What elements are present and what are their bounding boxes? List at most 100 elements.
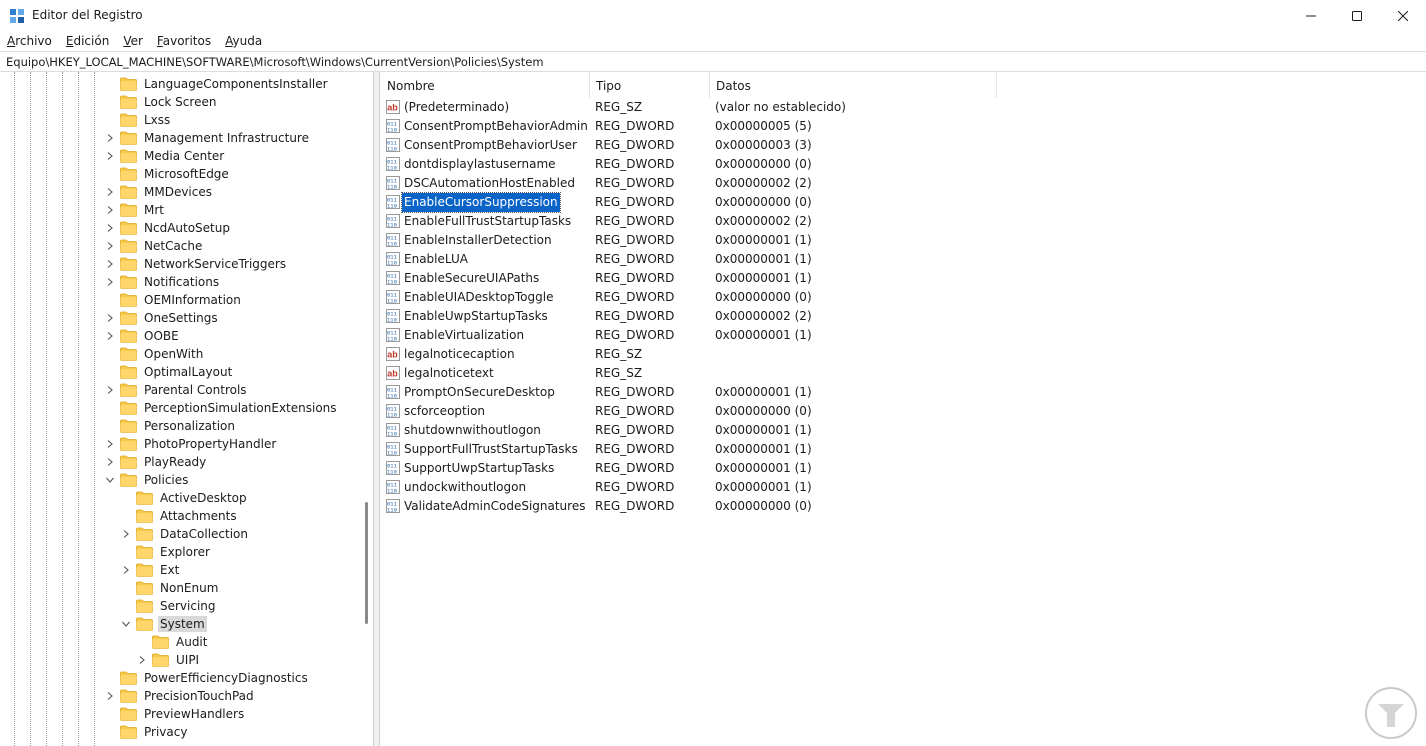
maximize-button[interactable] (1334, 0, 1380, 31)
column-header-name[interactable]: Nombre (381, 72, 590, 98)
folder-icon (136, 545, 153, 559)
tree-item[interactable]: PlayReady (104, 453, 208, 471)
tree-item[interactable]: UIPI (136, 651, 201, 669)
chevron-right-icon[interactable] (104, 240, 116, 252)
chevron-right-icon[interactable] (136, 654, 148, 666)
chevron-right-icon[interactable] (104, 330, 116, 342)
binary-value-icon: 011 110 (386, 290, 400, 305)
menu-ayuda[interactable]: Ayuda (218, 31, 269, 51)
tree-item[interactable]: Audit (136, 633, 209, 651)
value-row[interactable]: 011 110 EnableUwpStartupTasks REG_DWORD 0x00… (381, 307, 1426, 326)
tree-item[interactable]: PerceptionSimulationExtensions (104, 399, 339, 417)
tree-item[interactable]: NonEnum (120, 579, 220, 597)
address-bar[interactable]: Equipo\HKEY_LOCAL_MACHINE\SOFTWARE\Micro… (0, 51, 1426, 72)
tree-item[interactable]: Ext (120, 561, 181, 579)
value-row[interactable]: 011 110 EnableLUA REG_DWORD 0x00000001 (1) (381, 250, 1426, 269)
value-row[interactable]: 011 110 SupportFullTrustStartupTasks REG_DW… (381, 440, 1426, 459)
chevron-down-icon[interactable] (104, 474, 116, 486)
value-row[interactable]: 011 110 ConsentPromptBehaviorUser REG_DWORD… (381, 136, 1426, 155)
tree-item[interactable]: System (120, 615, 207, 633)
chevron-down-icon[interactable] (120, 618, 132, 630)
value-row[interactable]: 011 110 EnableVirtualization REG_DWORD 0x000… (381, 326, 1426, 345)
chevron-right-icon[interactable] (104, 132, 116, 144)
tree-scrollbar-thumb[interactable] (365, 502, 368, 624)
minimize-button[interactable] (1288, 0, 1334, 31)
chevron-right-icon[interactable] (120, 564, 132, 576)
chevron-right-icon[interactable] (104, 186, 116, 198)
tree-item[interactable]: OptimalLayout (104, 363, 234, 381)
tree-item[interactable]: OneSettings (104, 309, 220, 327)
tree-item[interactable]: PowerEfficiencyDiagnostics (104, 669, 310, 687)
tree-item[interactable]: LanguageComponentsInstaller (104, 75, 330, 93)
value-row[interactable]: ab (Predeterminado) REG_SZ (valor no establ… (381, 98, 1426, 117)
tree-item[interactable]: Media Center (104, 147, 226, 165)
column-header-data[interactable]: Datos (710, 72, 997, 98)
tree-item[interactable]: Servicing (120, 597, 218, 615)
value-row[interactable]: 011 110 scforceoption REG_DWORD 0x00000000 (… (381, 402, 1426, 421)
tree-item[interactable]: OpenWith (104, 345, 205, 363)
pane-splitter[interactable] (374, 72, 380, 746)
value-row[interactable]: 011 110 ValidateAdminCodeSignatures REG_DWO… (381, 497, 1426, 516)
tree-item[interactable]: Management Infrastructure (104, 129, 311, 147)
chevron-right-icon[interactable] (104, 312, 116, 324)
chevron-right-icon[interactable] (104, 276, 116, 288)
tree-item[interactable]: PreviewHandlers (104, 705, 246, 723)
tree-item[interactable]: PhotoPropertyHandler (104, 435, 278, 453)
tree-item[interactable]: Lxss (104, 111, 172, 129)
chevron-right-icon[interactable] (104, 150, 116, 162)
tree-item[interactable]: ActiveDesktop (120, 489, 249, 507)
value-row[interactable]: 011 110 EnableUIADesktopToggle REG_DWORD 0x0… (381, 288, 1426, 307)
svg-text:110: 110 (387, 317, 397, 324)
value-row[interactable]: 011 110 SupportUwpStartupTasks REG_DWORD 0x0… (381, 459, 1426, 478)
tree-item[interactable]: Policies (104, 471, 190, 489)
tree-item-label: OneSettings (144, 311, 218, 325)
tree-item[interactable]: Attachments (120, 507, 239, 525)
value-type: REG_DWORD (595, 138, 675, 152)
chevron-right-icon[interactable] (104, 204, 116, 216)
column-header-type[interactable]: Tipo (590, 72, 710, 98)
menu-favoritos[interactable]: Favoritos (150, 31, 218, 51)
tree-item[interactable]: Notifications (104, 273, 221, 291)
chevron-right-icon[interactable] (104, 222, 116, 234)
tree-item[interactable]: OOBE (104, 327, 181, 345)
tree-item[interactable]: MicrosoftEdge (104, 165, 231, 183)
value-row[interactable]: 011 110 DSCAutomationHostEnabled REG_DWORD 0… (381, 174, 1426, 193)
key-tree[interactable]: LanguageComponentsInstaller Lock Screen Lx… (0, 72, 374, 746)
tree-item[interactable]: Personalization (104, 417, 237, 435)
menu-edicion[interactable]: Edición (59, 31, 116, 51)
value-row[interactable]: ab legalnoticecaption REG_SZ (381, 345, 1426, 364)
tree-item[interactable]: OEMInformation (104, 291, 243, 309)
chevron-right-icon[interactable] (120, 528, 132, 540)
tree-item[interactable]: MMDevices (104, 183, 214, 201)
value-row[interactable]: 011 110 shutdownwithoutlogon REG_DWORD 0x000… (381, 421, 1426, 440)
chevron-right-icon[interactable] (104, 456, 116, 468)
tree-item[interactable]: PrecisionTouchPad (104, 687, 256, 705)
value-row[interactable]: 011 110 EnableFullTrustStartupTasks REG_DWO… (381, 212, 1426, 231)
value-row[interactable]: 011 110 EnableSecureUIAPaths REG_DWORD 0x000… (381, 269, 1426, 288)
values-list[interactable]: Nombre Tipo Datos ab (Predeterminado) REG_… (381, 72, 1426, 746)
tree-item[interactable]: Lock Screen (104, 93, 218, 111)
value-row[interactable]: 011 110 dontdisplaylastusername REG_DWORD 0x… (381, 155, 1426, 174)
close-button[interactable] (1380, 0, 1426, 31)
tree-item[interactable]: DataCollection (120, 525, 250, 543)
chevron-right-icon[interactable] (104, 258, 116, 270)
chevron-right-icon[interactable] (104, 690, 116, 702)
value-row[interactable]: 011 110 PromptOnSecureDesktop REG_DWORD 0x00… (381, 383, 1426, 402)
tree-item-label: NetCache (144, 239, 203, 253)
tree-item[interactable]: NetworkServiceTriggers (104, 255, 288, 273)
tree-item[interactable]: Mrt (104, 201, 166, 219)
menu-archivo[interactable]: Archivo (0, 31, 59, 51)
value-row[interactable]: ab legalnoticetext REG_SZ (381, 364, 1426, 383)
tree-item[interactable]: Privacy (104, 723, 189, 741)
value-row[interactable]: 011 110 undockwithoutlogon REG_DWORD 0x00000… (381, 478, 1426, 497)
tree-item[interactable]: NcdAutoSetup (104, 219, 232, 237)
value-row[interactable]: 011 110 EnableInstallerDetection REG_DWORD 0… (381, 231, 1426, 250)
tree-item[interactable]: Explorer (120, 543, 212, 561)
menu-ver[interactable]: Ver (116, 31, 150, 51)
chevron-right-icon[interactable] (104, 438, 116, 450)
value-row[interactable]: 011 110 ConsentPromptBehaviorAdmin REG_DWOR… (381, 117, 1426, 136)
value-row[interactable]: 011 110 EnableCursorSuppression REG_DWORD 0x… (381, 192, 1426, 213)
tree-item[interactable]: NetCache (104, 237, 204, 255)
tree-item[interactable]: Parental Controls (104, 381, 249, 399)
chevron-right-icon[interactable] (104, 384, 116, 396)
